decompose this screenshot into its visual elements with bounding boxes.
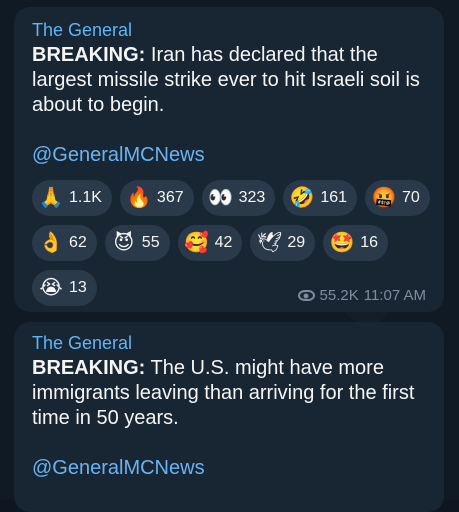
- reaction-chip[interactable]: 😭 13: [32, 270, 97, 306]
- reaction-chip[interactable]: 🤩 16: [323, 225, 388, 261]
- fire-icon: 🔥: [126, 187, 152, 209]
- rolling-laughing-icon: 🤣: [289, 187, 315, 209]
- cursing-face-icon: 🤬: [371, 187, 397, 209]
- smiling-devil-icon: 😈: [113, 232, 135, 254]
- sender-name[interactable]: The General: [32, 19, 428, 41]
- reaction-count: 62: [69, 234, 87, 251]
- reaction-chip[interactable]: 🔥 367: [119, 180, 194, 216]
- reaction-count: 13: [69, 279, 87, 296]
- folded-hands-icon: 🙏: [38, 187, 64, 209]
- reaction-chip[interactable]: 👀 323: [201, 180, 276, 216]
- reaction-count: 55: [141, 234, 160, 251]
- message-meta: 55.2K 11:07 AM: [297, 287, 426, 304]
- reaction-count: 42: [214, 234, 233, 251]
- message-time: 11:07 AM: [363, 287, 426, 304]
- message-bubble[interactable]: The General BREAKING: The U.S. might hav…: [14, 322, 444, 512]
- sender-name[interactable]: The General: [32, 332, 428, 354]
- eye-icon: [297, 290, 315, 301]
- reaction-count: 367: [156, 189, 184, 206]
- eyes-icon: 👀: [208, 187, 234, 209]
- reaction-chip[interactable]: 🥰 42: [177, 225, 243, 261]
- breaking-label: BREAKING:: [32, 357, 146, 379]
- view-count: 55.2K: [319, 287, 359, 304]
- ok-hand-icon: 👌: [38, 232, 64, 254]
- message-text: BREAKING: The U.S. might have more immig…: [32, 356, 428, 431]
- dove-icon: 🕊: [256, 232, 283, 254]
- reaction-chip[interactable]: 😈 55: [104, 225, 170, 261]
- reaction-chip[interactable]: 👌 62: [32, 225, 97, 261]
- reaction-count: 161: [320, 189, 348, 206]
- reaction-count: 70: [402, 189, 420, 206]
- smiling-hearts-icon: 🥰: [184, 232, 210, 254]
- reaction-count: 16: [360, 234, 378, 251]
- reaction-chip[interactable]: 🕊 29: [250, 225, 316, 261]
- breaking-label: BREAKING:: [32, 44, 146, 66]
- reaction-count: 29: [287, 234, 306, 251]
- channel-handle-link[interactable]: @GeneralMCNews: [32, 143, 428, 168]
- reaction-chip[interactable]: 🤬 70: [365, 180, 430, 216]
- star-struck-icon: 🤩: [329, 232, 355, 254]
- channel-handle-link[interactable]: @GeneralMCNews: [32, 456, 428, 481]
- message-text: BREAKING: Iran has declared that the lar…: [32, 43, 428, 118]
- crying-loudly-icon: 😭: [39, 277, 63, 299]
- message-bubble[interactable]: The General BREAKING: Iran has declared …: [14, 7, 444, 312]
- reaction-chip[interactable]: 🤣 161: [283, 180, 358, 216]
- reaction-count: 1.1K: [69, 189, 102, 206]
- reaction-count: 323: [238, 189, 266, 206]
- reaction-chip[interactable]: 🙏 1.1K: [32, 180, 112, 216]
